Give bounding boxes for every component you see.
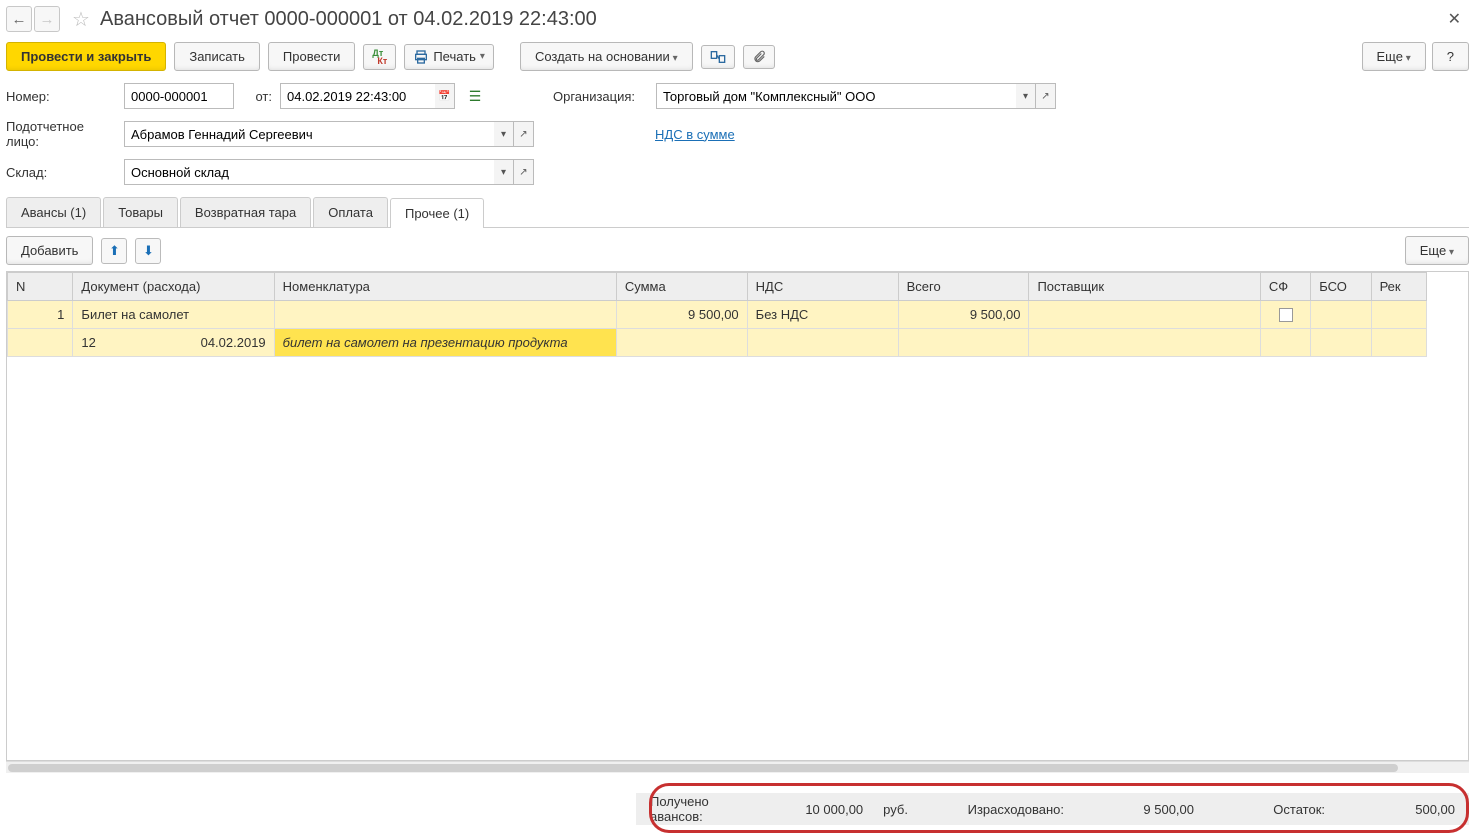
number-input[interactable] <box>124 83 234 109</box>
tab-payment[interactable]: Оплата <box>313 197 388 227</box>
col-n[interactable]: N <box>8 273 73 301</box>
calendar-icon[interactable]: 📅 <box>435 83 455 109</box>
date-field: 📅 <box>280 83 455 109</box>
received-value: 10 000,00 <box>783 802 863 817</box>
tab-strip: Авансы (1) Товары Возвратная тара Оплата… <box>6 197 1469 228</box>
related-docs-icon <box>710 50 726 64</box>
organization-label: Организация: <box>553 89 648 104</box>
open-icon[interactable]: ↗ <box>1036 83 1056 109</box>
person-field: ▾ ↗ <box>124 121 534 147</box>
expense-table: N Документ (расхода) Номенклатура Сумма … <box>7 272 1427 357</box>
table-subrow[interactable]: 12 04.02.2019 билет на самолет на презен… <box>8 329 1427 357</box>
col-nomenclature[interactable]: Номенклатура <box>274 273 616 301</box>
organization-field: ▾ ↗ <box>656 83 1056 109</box>
subcell-empty <box>8 329 73 357</box>
table-more-button[interactable]: Еще <box>1405 236 1469 265</box>
subcell-docinfo[interactable]: 12 04.02.2019 <box>73 329 274 357</box>
move-up-button[interactable]: ⬆ <box>101 238 127 264</box>
paperclip-icon <box>752 50 766 64</box>
open-icon[interactable]: ↗ <box>514 159 534 185</box>
table-row[interactable]: 1 Билет на самолет 9 500,00 Без НДС 9 50… <box>8 301 1427 329</box>
subcell-num: 12 <box>81 335 95 350</box>
more-button[interactable]: Еще <box>1362 42 1426 71</box>
cell-sf[interactable] <box>1260 301 1310 329</box>
printer-icon <box>413 49 429 65</box>
dropdown-icon[interactable]: ▾ <box>494 121 514 147</box>
post-and-close-button[interactable]: Провести и закрыть <box>6 42 166 71</box>
scrollbar-thumb[interactable] <box>8 764 1398 772</box>
sf-checkbox[interactable] <box>1279 308 1293 322</box>
col-sf[interactable]: СФ <box>1260 273 1310 301</box>
vat-mode-link[interactable]: НДС в сумме <box>655 127 735 142</box>
number-label: Номер: <box>6 89 116 104</box>
subcell-date: 04.02.2019 <box>201 335 266 350</box>
tab-advances[interactable]: Авансы (1) <box>6 197 101 227</box>
date-input[interactable] <box>280 83 435 109</box>
col-rek[interactable]: Рек <box>1371 273 1426 301</box>
organization-input[interactable] <box>656 83 1016 109</box>
save-button[interactable]: Записать <box>174 42 260 71</box>
person-label: Подотчетное лицо: <box>6 119 116 149</box>
col-total[interactable]: Всего <box>898 273 1029 301</box>
cell-sum[interactable]: 9 500,00 <box>616 301 747 329</box>
nav-back-button[interactable]: ← <box>6 6 32 32</box>
main-toolbar: Провести и закрыть Записать Провести Дт … <box>6 42 1469 71</box>
move-down-button[interactable]: ⬇ <box>135 238 161 264</box>
received-label: Получено авансов: <box>650 794 763 824</box>
col-document[interactable]: Документ (расхода) <box>73 273 274 301</box>
post-button[interactable]: Провести <box>268 42 356 71</box>
col-vat[interactable]: НДС <box>747 273 898 301</box>
dtkt-icon: Дт Кт <box>372 49 387 65</box>
date-status-icon[interactable]: ☰ <box>463 88 487 105</box>
grid-container: N Документ (расхода) Номенклатура Сумма … <box>6 271 1469 761</box>
spent-label: Израсходовано: <box>968 802 1064 817</box>
attach-button[interactable] <box>743 45 775 69</box>
dtkt-button[interactable]: Дт Кт <box>363 44 396 70</box>
balance-value: 500,00 <box>1345 802 1455 817</box>
subcell-nomenclature[interactable]: билет на самолет на презентацию продукта <box>274 329 616 357</box>
nav-forward-button[interactable]: → <box>34 6 60 32</box>
footer-wrap: Получено авансов: 10 000,00 руб. Израсхо… <box>6 793 1469 825</box>
spent-value: 9 500,00 <box>1084 802 1194 817</box>
add-row-button[interactable]: Добавить <box>6 236 93 265</box>
cell-bso[interactable] <box>1311 301 1371 329</box>
tab-other[interactable]: Прочее (1) <box>390 198 484 228</box>
cell-nomenclature[interactable] <box>274 301 616 329</box>
cell-total[interactable]: 9 500,00 <box>898 301 1029 329</box>
person-input[interactable] <box>124 121 494 147</box>
totals-footer: Получено авансов: 10 000,00 руб. Израсхо… <box>636 793 1469 825</box>
cell-n: 1 <box>8 301 73 329</box>
help-button[interactable]: ? <box>1432 42 1469 71</box>
warehouse-label: Склад: <box>6 165 116 180</box>
print-button[interactable]: Печать <box>404 44 494 70</box>
col-bso[interactable]: БСО <box>1311 273 1371 301</box>
related-docs-button[interactable] <box>701 45 735 69</box>
warehouse-field: ▾ ↗ <box>124 159 534 185</box>
print-label: Печать <box>433 49 476 64</box>
create-based-on-button[interactable]: Создать на основании <box>520 42 693 71</box>
cell-document[interactable]: Билет на самолет <box>73 301 274 329</box>
close-icon[interactable]: ✕ <box>1440 9 1469 29</box>
horizontal-scrollbar[interactable] <box>6 761 1469 773</box>
currency-label: руб. <box>883 802 908 817</box>
cell-rek[interactable] <box>1371 301 1426 329</box>
tab-returns[interactable]: Возвратная тара <box>180 197 311 227</box>
open-icon[interactable]: ↗ <box>514 121 534 147</box>
dropdown-icon[interactable]: ▾ <box>1016 83 1036 109</box>
from-label: от: <box>242 89 272 104</box>
favorite-star-icon[interactable]: ☆ <box>68 6 94 32</box>
form-fields: Номер: от: 📅 ☰ Организация: ▾ ↗ Подотчет… <box>6 83 1469 185</box>
col-supplier[interactable]: Поставщик <box>1029 273 1260 301</box>
header-row: ← → ☆ Авансовый отчет 0000-000001 от 04.… <box>6 6 1469 32</box>
col-sum[interactable]: Сумма <box>616 273 747 301</box>
page-title: Авансовый отчет 0000-000001 от 04.02.201… <box>100 8 597 31</box>
cell-supplier[interactable] <box>1029 301 1260 329</box>
table-header-row: N Документ (расхода) Номенклатура Сумма … <box>8 273 1427 301</box>
warehouse-input[interactable] <box>124 159 494 185</box>
tab-goods[interactable]: Товары <box>103 197 178 227</box>
dropdown-icon[interactable]: ▾ <box>494 159 514 185</box>
balance-label: Остаток: <box>1273 802 1325 817</box>
cell-vat[interactable]: Без НДС <box>747 301 898 329</box>
table-toolbar: Добавить ⬆ ⬇ Еще <box>6 236 1469 265</box>
